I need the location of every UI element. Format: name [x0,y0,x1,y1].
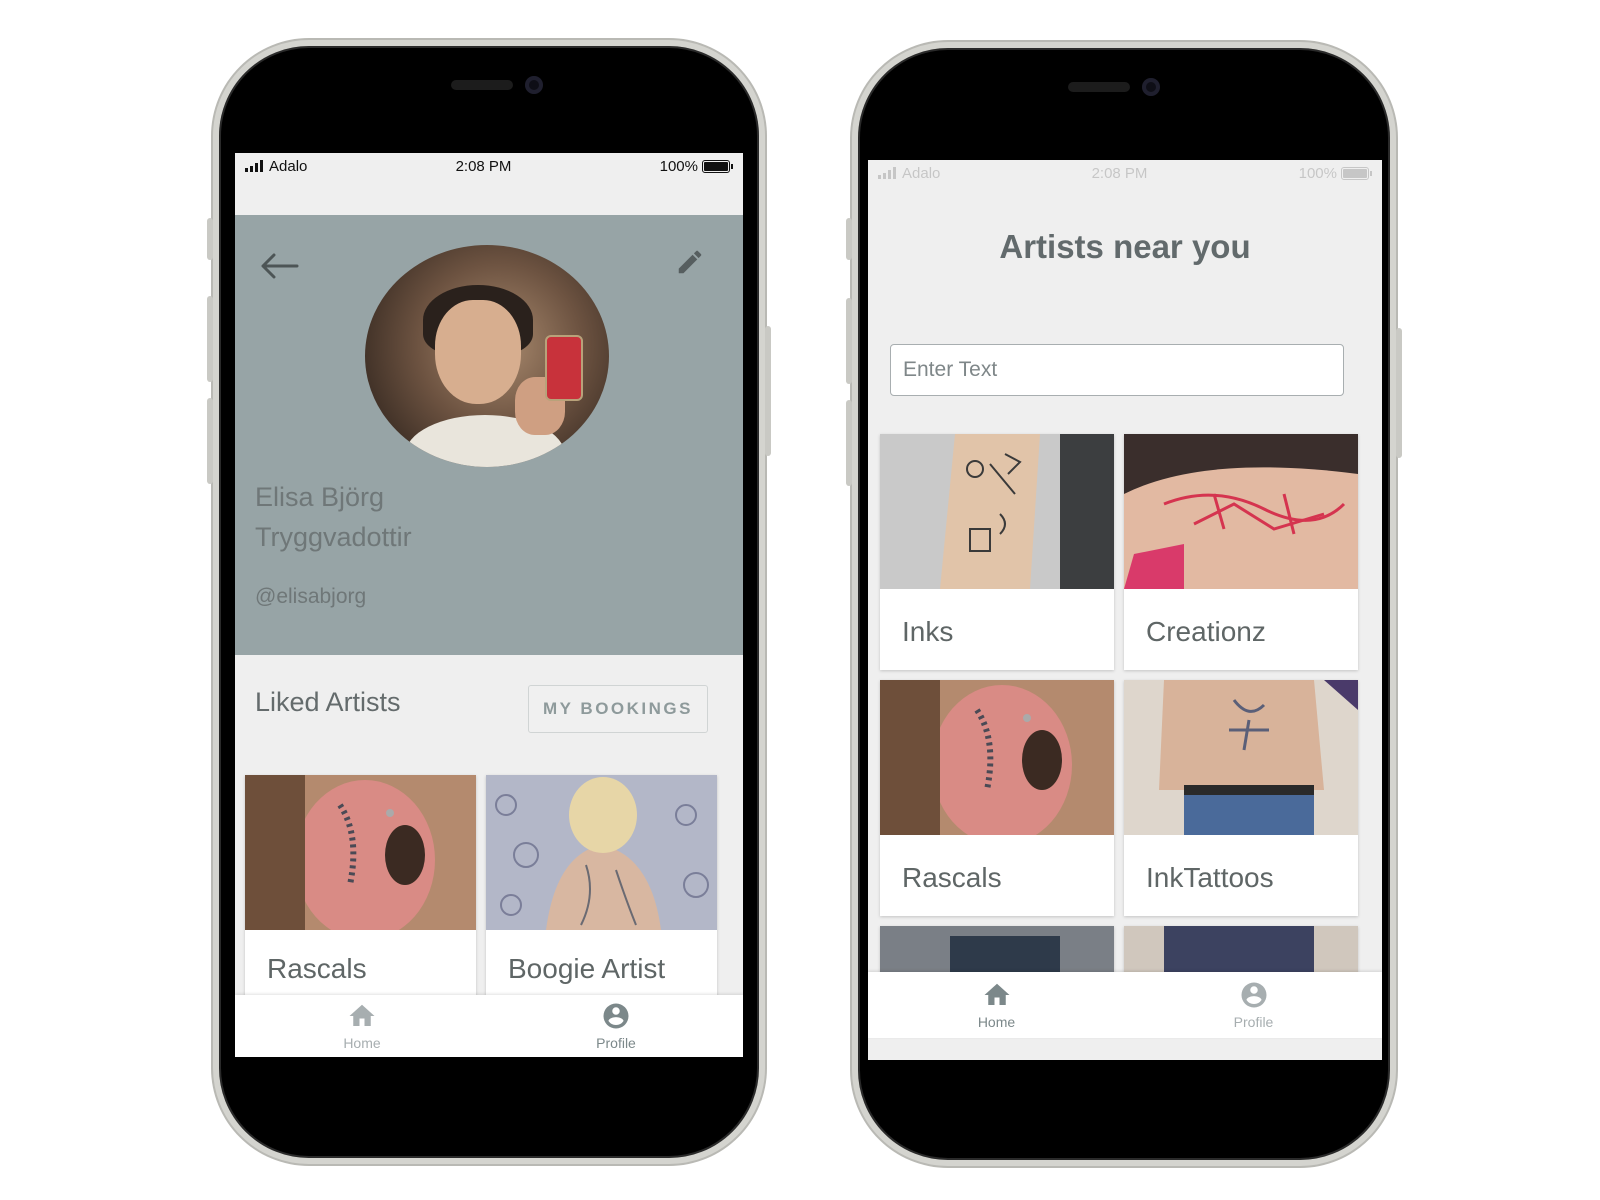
power-button [765,326,771,456]
volume-down-button [207,398,213,484]
battery-percent: 100% [1298,164,1337,182]
battery-percent: 100% [659,157,698,175]
tab-home[interactable]: Home [937,980,1057,1030]
page-title: Artists near you [999,228,1251,265]
tab-profile[interactable]: Profile [1194,980,1314,1030]
signal-icon [878,167,896,179]
carrier-label: Adalo [269,157,308,175]
tab-home[interactable]: Home [302,1001,422,1051]
front-camera [1142,78,1160,96]
power-button [1396,328,1402,458]
artist-card-inktattoos[interactable]: InkTattoos [1124,680,1358,916]
edit-pencil-icon[interactable] [675,247,705,277]
profile-screen: Adalo 2:08 PM 100% Elisa Björg Tryggvado… [235,153,743,1057]
profile-header: Elisa Björg Tryggvadottir @elisabjorg [235,215,743,655]
artist-photo [880,434,1114,589]
artist-photo [1124,680,1358,835]
phone-profile: Adalo 2:08 PM 100% Elisa Björg Tryggvado… [207,40,771,1164]
artist-card-label: Boogie Artist [508,953,666,984]
profile-name-line2: Tryggvadottir [255,522,412,552]
volume-up-button [846,298,852,384]
back-arrow-icon[interactable] [259,251,299,281]
artist-card-label: Rascals [902,862,1002,893]
liked-artists-title: Liked Artists [255,687,401,717]
phone-artists: Adalo 2:08 PM 100% Artists near you Ente… [846,42,1402,1166]
carrier-label: Adalo [902,164,941,182]
volume-down-button [846,400,852,486]
mute-switch [846,218,852,260]
profile-name: Elisa Björg Tryggvadottir [255,477,515,557]
status-bar: Adalo 2:08 PM 100% [868,160,1382,186]
speaker-grille [1068,82,1130,92]
artist-photo [880,680,1114,835]
battery-icon [702,159,730,173]
search-input[interactable] [890,344,1344,396]
artist-photo [1124,434,1358,589]
battery-icon [1341,166,1369,180]
tab-bar: Home Profile [235,995,743,1057]
speaker-grille [451,80,513,90]
profile-handle: @elisabjorg [255,585,367,608]
signal-icon [245,160,263,172]
profile-icon [1241,982,1266,1008]
artists-screen: Adalo 2:08 PM 100% Artists near you Ente… [868,160,1382,1060]
artist-card-creationz[interactable]: Creationz [1124,434,1358,670]
profile-icon [603,1003,629,1029]
artist-card-boogie-artist[interactable]: Boogie Artist [486,775,717,1005]
avatar [365,245,609,467]
artist-card-inks[interactable]: Inks [880,434,1114,670]
my-bookings-button[interactable]: MY BOOKINGS [528,685,708,733]
artist-photo [486,775,717,930]
tab-profile[interactable]: Profile [556,1001,676,1051]
artist-card-rascals[interactable]: Rascals [245,775,476,1005]
clock: 2:08 PM [455,157,512,175]
front-camera [525,76,543,94]
tab-bar: Home Profile [868,972,1382,1038]
artist-card-label: Creationz [1146,616,1266,647]
home-icon [349,1004,375,1026]
status-bar: Adalo 2:08 PM 100% [235,153,743,179]
profile-name-line1: Elisa Björg [255,482,385,512]
mute-switch [207,218,213,260]
clock: 2:08 PM [1091,164,1148,182]
volume-up-button [207,296,213,382]
home-icon [984,983,1009,1005]
stage: Adalo 2:08 PM 100% Elisa Björg Tryggvado… [0,0,1600,1200]
tab-home-label: Home [343,1035,381,1051]
tab-home-label: Home [977,1014,1016,1030]
artist-card-label: Rascals [267,953,367,984]
artist-card-rascals[interactable]: Rascals [880,680,1114,916]
artist-card-label: InkTattoos [1146,862,1274,893]
artist-card-label: Inks [902,616,954,647]
tab-profile-label: Profile [596,1035,636,1051]
artist-photo [245,775,476,930]
tab-profile-label: Profile [1233,1014,1274,1030]
